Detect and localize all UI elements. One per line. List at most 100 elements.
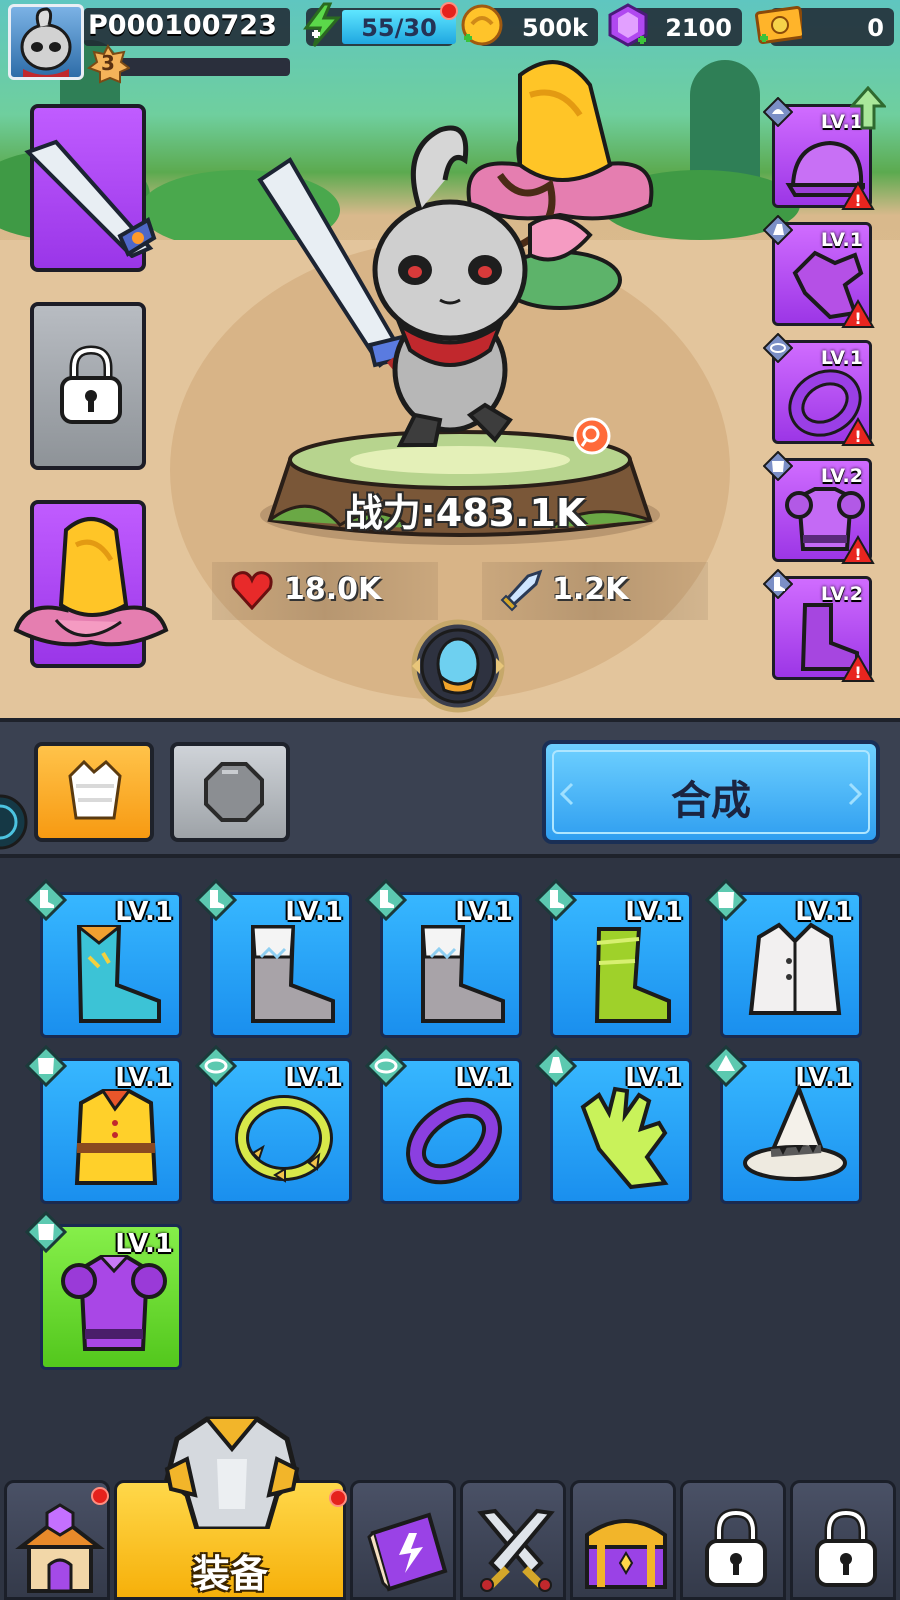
- inventory-item[interactable]: LV.1: [25, 879, 182, 1038]
- tab-equipment[interactable]: [34, 742, 154, 842]
- home-shop-icon: [15, 1503, 105, 1593]
- armor-tag-icon: [763, 451, 793, 481]
- ring-tag-icon: [365, 1045, 407, 1087]
- bottom-nav: 装备: [0, 1416, 900, 1600]
- wizard-hat-icon: [743, 1083, 847, 1181]
- inventory-item[interactable]: LV.1: [195, 879, 352, 1038]
- purple-gem-icon: [608, 3, 648, 47]
- player-avatar[interactable]: [8, 4, 84, 80]
- armor-tag-icon: [705, 879, 747, 921]
- boots-tag-icon: [365, 879, 407, 921]
- armor-tab-icon: [68, 759, 122, 820]
- boots-tag-icon: [25, 879, 67, 921]
- armor-slot[interactable]: LV.2 !: [763, 451, 875, 564]
- warning-icon: !: [841, 417, 875, 446]
- nav-locked-1[interactable]: [680, 1480, 786, 1600]
- tab-materials[interactable]: [170, 742, 290, 842]
- gold-coin-icon: [461, 4, 503, 46]
- inventory-item[interactable]: LV.1: [705, 1045, 862, 1204]
- lock-icon: [60, 345, 122, 424]
- heart-icon: [231, 571, 273, 610]
- svg-text:!: !: [854, 427, 861, 446]
- purple-armor-icon: [61, 1255, 167, 1351]
- stone-tab-icon: [204, 762, 264, 822]
- skill-book-icon: [367, 1512, 448, 1592]
- battle-scene: LV.1 ! LV.1 ! LV.1 ! LV.2 ! LV.2 ! 战力:48…: [0, 0, 900, 718]
- helmet-tag-icon: [705, 1045, 747, 1087]
- grey-boots-icon: [421, 925, 505, 1023]
- armor-tag-icon: [25, 1211, 67, 1253]
- inventory-item[interactable]: LV.1: [365, 879, 522, 1038]
- xp-bar: [110, 58, 290, 76]
- hero-character-icon: [257, 125, 528, 447]
- nav-skills[interactable]: [350, 1480, 456, 1600]
- synthesize-label: 合成: [671, 778, 751, 824]
- nav-equipment-label: 装备: [191, 1552, 268, 1596]
- locked-slot[interactable]: [30, 302, 146, 470]
- flower-pet-icon: [13, 517, 169, 647]
- lock-icon: [705, 1508, 767, 1587]
- inventory-item[interactable]: LV.1: [535, 1045, 692, 1204]
- energy-bar: 55/30: [342, 10, 456, 44]
- boots-tag-icon: [195, 879, 237, 921]
- weapon-slot[interactable]: [24, 104, 157, 272]
- gloves-tag-icon: [763, 215, 793, 245]
- grey-boots-icon: [251, 925, 335, 1023]
- nav-treasure[interactable]: [570, 1480, 676, 1600]
- white-vest-icon: [748, 922, 842, 1015]
- inventory-item[interactable]: LV.1: [535, 879, 692, 1038]
- energy-notification-dot: [440, 2, 458, 20]
- nav-locked-2[interactable]: [790, 1480, 896, 1600]
- action-row: 合成: [0, 718, 900, 858]
- player-id: P000100723: [88, 10, 277, 41]
- ring-tag-icon: [195, 1045, 237, 1087]
- inventory-item[interactable]: LV.1: [365, 1045, 522, 1204]
- magnify-hint-icon[interactable]: [572, 416, 612, 456]
- yellow-coat-icon: [74, 1089, 158, 1185]
- pet-slot[interactable]: [13, 500, 169, 668]
- player-level: 3: [101, 51, 115, 75]
- svg-text:!: !: [854, 545, 861, 564]
- egg-button[interactable]: [410, 618, 506, 714]
- armor-tag-icon: [25, 1045, 67, 1087]
- purple-bracelet-icon: [406, 1097, 502, 1185]
- synthesize-button[interactable]: 合成: [542, 740, 880, 844]
- svg-text:!: !: [854, 663, 861, 682]
- cash-ticket-icon: [755, 5, 802, 45]
- nav-equipment[interactable]: 装备: [114, 1416, 347, 1600]
- hp-value: 18.0K: [284, 572, 382, 607]
- top-bar: P000100723 3 55/30 500k 2100 0: [0, 0, 900, 84]
- ring-tag-icon: [763, 333, 793, 363]
- warning-icon: !: [841, 299, 875, 328]
- home-notification-dot: [91, 1487, 109, 1505]
- sword-attack-icon: [500, 569, 543, 612]
- armor-nav-icon: [164, 1416, 300, 1529]
- inventory-item[interactable]: LV.1: [705, 879, 862, 1038]
- svg-text:!: !: [854, 309, 861, 328]
- green-boots-icon: [594, 927, 671, 1023]
- teal-boots-icon: [76, 925, 161, 1023]
- combat-power: 战力:483.1K: [344, 491, 586, 535]
- boots-slot[interactable]: LV.2 !: [763, 569, 875, 682]
- side-panel-tab-icon[interactable]: [0, 794, 30, 850]
- player-level-badge: 3: [86, 43, 131, 84]
- boots-tag-icon: [763, 569, 793, 599]
- inventory-item[interactable]: LV.1: [25, 1045, 182, 1204]
- coin-value: 500k: [521, 14, 588, 42]
- laurel-ring-icon: [235, 1095, 333, 1183]
- nav-battle[interactable]: [460, 1480, 566, 1600]
- warning-icon: !: [841, 181, 875, 210]
- lock-icon: [815, 1508, 877, 1587]
- boots-tag-icon: [535, 879, 577, 921]
- inventory-item-selected[interactable]: LV.1: [25, 1211, 182, 1370]
- energy-bolt-icon: [303, 2, 342, 47]
- energy-value: 55/30: [361, 14, 437, 42]
- equipment-notification-dot: [329, 1489, 347, 1507]
- warning-icon: !: [841, 653, 875, 682]
- sword-icon: [24, 139, 157, 258]
- attack-value: 1.2K: [552, 572, 629, 607]
- gloves-slot[interactable]: LV.1 !: [763, 215, 875, 328]
- ring-slot[interactable]: LV.1 !: [763, 333, 875, 446]
- nav-home[interactable]: [4, 1480, 110, 1600]
- inventory-item[interactable]: LV.1: [195, 1045, 352, 1204]
